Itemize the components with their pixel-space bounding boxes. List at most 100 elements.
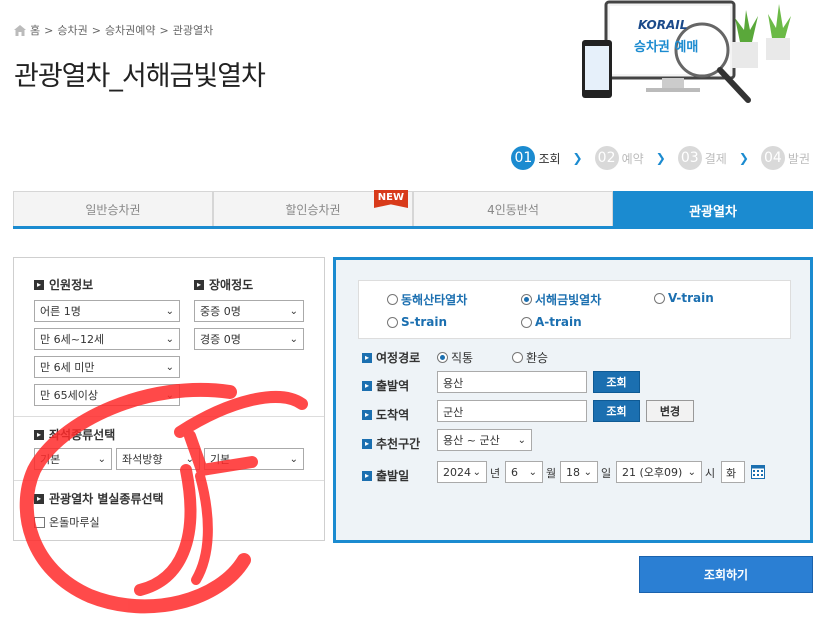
ondol-checkbox[interactable]	[34, 516, 45, 528]
step-number: 04	[760, 146, 785, 170]
chevron-right-icon: ❯	[655, 151, 666, 165]
select-value: 중증 0명	[200, 305, 241, 318]
recommend-route-select[interactable]: 용산 ~ 군산 ⌄	[437, 429, 532, 451]
step-search: 01 조회	[511, 146, 561, 170]
radio-button[interactable]	[387, 294, 398, 305]
chevron-down-icon: ⌄	[97, 453, 106, 465]
seat-type-title: ▸ 좌석종류선택	[34, 426, 115, 443]
step-indicator: 01 조회 ❯ 02 예약 ❯ 03 결제 ❯ 04 발권	[511, 146, 810, 170]
toddler-select[interactable]: 만 6세 미만 ⌄	[34, 356, 180, 378]
route-direct[interactable]: 직통	[437, 349, 473, 366]
radio-button[interactable]	[654, 292, 665, 304]
arrival-input[interactable]: 군산	[437, 400, 587, 422]
chevron-down-icon: ⌄	[289, 453, 298, 465]
train-option-donghae[interactable]: 동해산타열차	[387, 291, 467, 308]
radio-button[interactable]	[437, 352, 448, 363]
departure-search-button[interactable]: 조회	[593, 371, 640, 393]
adult-select[interactable]: 어른 1명 ⌄	[34, 300, 180, 322]
seat-class-select[interactable]: 기본 ⌄	[34, 448, 112, 470]
mild-disability-select[interactable]: 경증 0명 ⌄	[194, 328, 304, 350]
month-unit: 월	[546, 467, 557, 480]
route-transfer[interactable]: 환승	[512, 349, 548, 366]
select-value: 18	[566, 465, 580, 479]
special-seat-title: ▸ 관광열차 별실종류선택	[34, 490, 164, 507]
train-option-seohae[interactable]: 서해금빛열차	[521, 291, 601, 308]
page-title: 관광열차_서해금빛열차	[14, 61, 266, 92]
train-option-atrain[interactable]: A-train	[521, 315, 582, 329]
chevron-right-icon: ❯	[572, 151, 583, 165]
breadcrumb-ticket[interactable]: 승차권	[57, 22, 87, 38]
departure-input[interactable]: 용산	[437, 371, 587, 393]
tab-general[interactable]: 일반승차권	[13, 191, 213, 226]
korail-logo: KORAIL	[638, 18, 688, 32]
breadcrumb-home[interactable]: 홈	[30, 22, 40, 38]
divider	[14, 416, 324, 417]
search-button[interactable]: 조회하기	[639, 556, 813, 593]
chevron-down-icon: ⌄	[165, 361, 174, 373]
breadcrumb-tourist-train[interactable]: 관광열차	[173, 22, 213, 38]
radio-button[interactable]	[387, 316, 398, 328]
arrival-search-button[interactable]: 조회	[593, 400, 640, 422]
select-value: 기본	[210, 453, 231, 466]
radio-label: V-train	[668, 291, 714, 305]
month-select[interactable]: 6 ⌄	[505, 461, 543, 483]
recommend-label: ▸ 추천구간	[362, 435, 420, 452]
swap-button[interactable]: 변경	[646, 400, 694, 422]
date-label: ▸ 출발일	[362, 467, 409, 484]
train-option-vtrain[interactable]: V-train	[654, 291, 714, 305]
year-unit: 년	[490, 467, 501, 480]
section-label: 장애정도	[209, 278, 254, 292]
step-payment: 03 결제	[677, 146, 727, 170]
step-reserve: 02 예약	[594, 146, 644, 170]
child-select[interactable]: 만 6세~12세 ⌄	[34, 328, 180, 350]
senior-select[interactable]: 만 65세이상 ⌄	[34, 384, 180, 406]
home-icon[interactable]	[14, 24, 26, 36]
radio-label: A-train	[535, 315, 582, 329]
severe-disability-select[interactable]: 중증 0명 ⌄	[194, 300, 304, 322]
departure-label: ▸ 출발역	[362, 377, 409, 394]
select-value: 21 (오후09)	[622, 466, 683, 479]
chevron-down-icon: ⌄	[165, 305, 174, 317]
arrow-bullet-icon: ▸	[362, 409, 372, 420]
radio-button[interactable]	[521, 294, 532, 305]
chevron-down-icon: ⌄	[165, 333, 174, 345]
hero-caption: 승차권 예매	[634, 40, 699, 55]
chevron-down-icon: ⌄	[517, 434, 526, 446]
select-value: 만 6세 미만	[40, 361, 95, 374]
tab-label: 할인승차권	[285, 202, 341, 217]
weekday-display: 화	[721, 461, 745, 483]
journey-panel: 동해산타열차 서해금빛열차 V-train S-train A-train ▸ 여…	[333, 257, 813, 543]
ticket-tabs: 일반승차권 할인승차권 NEW 4인동반석 관광열차	[13, 190, 813, 229]
calendar-icon[interactable]	[751, 465, 765, 479]
chevron-down-icon: ⌄	[185, 453, 194, 465]
radio-button[interactable]	[521, 316, 532, 328]
tab-tourist-train[interactable]: 관광열차	[613, 191, 813, 229]
divider	[14, 480, 324, 481]
year-select[interactable]: 2024 ⌄	[437, 461, 487, 483]
hour-select[interactable]: 21 (오후09) ⌄	[616, 461, 702, 483]
step-label: 조회	[538, 151, 561, 166]
route-label: ▸ 여정경로	[362, 349, 420, 366]
hour-unit: 시	[705, 467, 716, 480]
section-label: 인원정보	[49, 278, 94, 292]
ondol-option: 온돌마루실	[34, 514, 100, 530]
arrow-bullet-icon: ▸	[362, 470, 372, 481]
seat-direction-select[interactable]: 좌석방향 ⌄	[116, 448, 200, 470]
select-value: 용산 ~ 군산	[443, 434, 500, 447]
breadcrumb-reservation[interactable]: 승차권예약	[105, 22, 156, 38]
seat-position-select[interactable]: 기본 ⌄	[204, 448, 304, 470]
label-text: 여정경로	[376, 351, 421, 365]
day-select[interactable]: 18 ⌄	[560, 461, 598, 483]
select-value: 만 65세이상	[40, 389, 98, 402]
train-option-strain[interactable]: S-train	[387, 315, 447, 329]
select-value: 6	[511, 465, 518, 479]
step-label: 발권	[787, 151, 810, 166]
radio-button[interactable]	[512, 352, 523, 363]
section-label: 관광열차 별실종류선택	[49, 492, 164, 506]
select-value: 기본	[40, 453, 61, 466]
tab-family-seat[interactable]: 4인동반석	[413, 191, 613, 226]
step-label: 결제	[704, 151, 727, 166]
step-number: 02	[594, 146, 619, 170]
arrow-bullet-icon: ▸	[34, 279, 44, 290]
tab-discount[interactable]: 할인승차권 NEW	[213, 190, 413, 226]
